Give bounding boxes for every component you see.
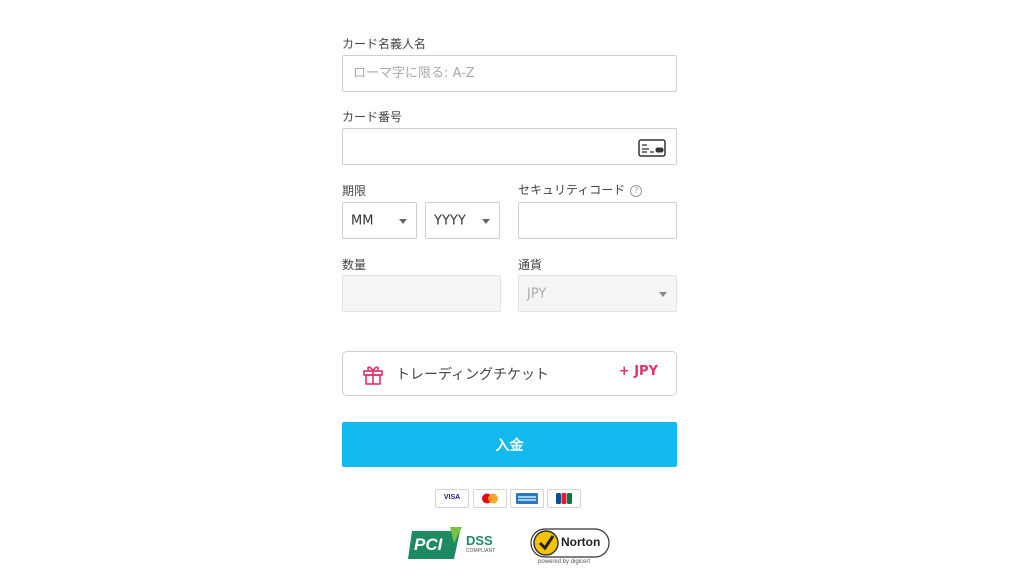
chevron-down-icon — [659, 291, 667, 297]
norton-badge: Norton powered by digicert — [530, 527, 612, 567]
cardholder-field[interactable] — [342, 55, 677, 92]
expiry-label: 期限 — [342, 184, 367, 198]
security-code-label-text: セキュリティコード — [518, 183, 626, 197]
ticket-label: トレーディングチケット — [396, 367, 550, 383]
expiry-year-select[interactable]: YYYY — [425, 202, 500, 239]
currency-label: 通貨 — [518, 258, 543, 272]
chevron-down-icon — [399, 218, 407, 224]
credit-card-icon — [638, 139, 666, 157]
cardholder-label: カード名義人名 — [342, 37, 427, 51]
security-code-field[interactable] — [518, 202, 677, 239]
digicert-text: powered by digicert — [538, 559, 591, 565]
card-number-field[interactable] — [342, 128, 677, 165]
amex-icon — [510, 489, 544, 508]
gift-icon — [363, 366, 383, 385]
chevron-down-icon — [482, 218, 490, 224]
deposit-button[interactable]: 入金 — [342, 422, 677, 467]
currency-select[interactable]: JPY — [518, 275, 677, 312]
norton-text: Norton — [561, 535, 601, 549]
security-code-input[interactable] — [519, 203, 676, 238]
security-code-label: セキュリティコード? — [518, 181, 643, 198]
quantity-field[interactable] — [342, 275, 501, 312]
visa-icon: VISA — [435, 489, 469, 508]
help-icon[interactable]: ? — [630, 184, 643, 197]
visa-text: VISA — [443, 494, 461, 501]
pci-dss-badge: PCI DSS COMPLIANT — [408, 525, 504, 565]
dss-text: DSS — [466, 533, 493, 548]
mastercard-icon — [473, 489, 507, 508]
jcb-graphic — [556, 493, 572, 504]
ticket-amount: + JPY — [618, 364, 658, 379]
pci-text: PCI — [414, 535, 443, 554]
card-number-label: カード番号 — [342, 110, 403, 124]
trading-ticket-option[interactable]: トレーディングチケット + JPY — [342, 351, 677, 396]
currency-value: JPY — [527, 286, 547, 301]
expiry-month-value: MM — [351, 213, 374, 228]
quantity-label: 数量 — [342, 258, 367, 272]
card-number-input[interactable] — [343, 129, 676, 164]
jcb-icon — [547, 489, 581, 508]
expiry-month-select[interactable]: MM — [342, 202, 417, 239]
expiry-year-value: YYYY — [434, 213, 466, 228]
mastercard-graphic — [482, 493, 498, 504]
cardholder-input[interactable] — [343, 56, 676, 91]
amex-graphic — [516, 493, 538, 504]
compliant-text: COMPLIANT — [466, 548, 496, 554]
